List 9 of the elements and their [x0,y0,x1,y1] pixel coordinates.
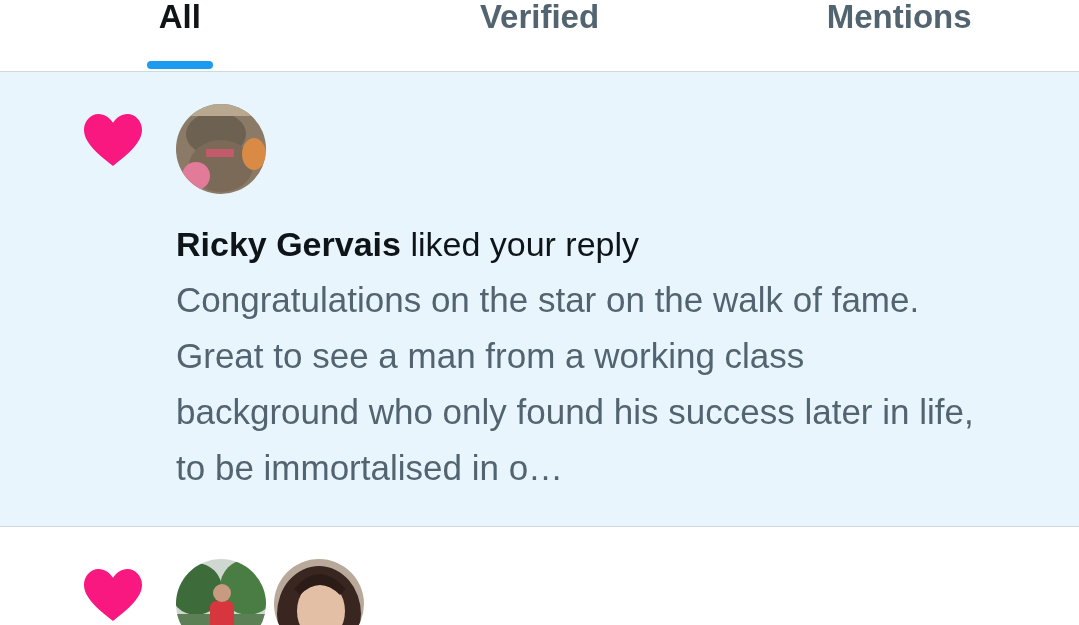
tab[interactable]: Verified [359,0,720,71]
notification[interactable]: Ricky Gervais liked your reply Congratulations on the star on the walk of fame. Great to see a man from a working class background who only found his success later in life, to be immortalised in o… [0,72,1079,527]
heart-icon [84,569,142,621]
tab[interactable]: All [0,0,360,71]
tab-indicator [146,61,213,69]
tab[interactable]: Mentions [719,0,1079,71]
reply-text: Congratulations on the star on the walk of fame. Great to see a man from a working class background who only found his success later in life, to be immortalised in o… [176,279,975,489]
notification-headline: Ricky Gervais liked your reply [176,224,641,265]
heart-icon [84,114,142,166]
